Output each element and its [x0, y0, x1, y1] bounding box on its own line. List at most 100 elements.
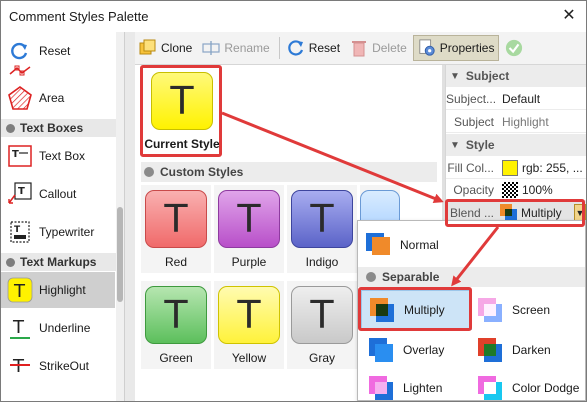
clone-button[interactable]: Clone [135, 35, 196, 61]
tool-area[interactable]: Area [1, 80, 115, 116]
close-icon[interactable]: ✕ [560, 7, 578, 25]
fill-color-text: rgb: 255, ... [522, 160, 583, 175]
chevron-down-icon: ▼ [450, 70, 460, 82]
tool-underline[interactable]: T Underline [1, 310, 115, 346]
menu-item-lighten[interactable]: Lighten [367, 370, 472, 401]
delete-label: Delete [372, 41, 407, 55]
fill-color-row[interactable]: Fill Col... rgb: 255, ... [446, 157, 586, 179]
custom-styles-header[interactable]: Custom Styles [141, 162, 437, 182]
style-section-header[interactable]: ▼ Style [446, 134, 586, 156]
menu-item-screen[interactable]: Screen [476, 292, 584, 328]
style-label: Gray [308, 351, 335, 365]
reset-button[interactable]: Reset [283, 35, 344, 61]
tool-text-box-label: Text Box [39, 149, 86, 163]
fill-color-swatch [502, 159, 518, 176]
tool-strikeout-label: StrikeOut [39, 359, 90, 373]
apply-button[interactable] [501, 35, 531, 61]
style-glyph: T [310, 293, 334, 337]
style-swatch: T [291, 286, 353, 344]
comment-styles-palette-window: Comment Styles Palette ✕ Reset Area Text… [0, 0, 587, 402]
subject-section-label: Subject [465, 69, 510, 83]
tool-reset-label: Reset [39, 44, 71, 58]
style-tile-green[interactable]: T Green [141, 281, 211, 369]
style-glyph: T [237, 197, 261, 241]
menu-item-overlay[interactable]: Overlay [367, 332, 472, 368]
callout-icon: T [7, 181, 33, 207]
style-tile-indigo[interactable]: T Indigo [287, 185, 357, 273]
reset-icon [287, 39, 305, 57]
screen-blend-icon [476, 296, 504, 324]
separable-section-label: Separable [382, 270, 440, 284]
tool-polyline[interactable] [1, 63, 115, 79]
svg-text:T: T [18, 186, 25, 197]
menu-item-darken[interactable]: Darken [476, 332, 584, 368]
style-tile-purple[interactable]: T Purple [214, 185, 284, 273]
delete-button[interactable]: Delete [346, 35, 411, 61]
menu-item-normal[interactable]: Normal [364, 227, 474, 263]
style-swatch: T [145, 286, 207, 344]
style-label: Purple [231, 255, 267, 269]
svg-text:T: T [12, 317, 25, 338]
style-tile-gray[interactable]: T Gray [287, 281, 357, 369]
menu-item-label: Darken [512, 343, 551, 357]
opacity-text: 100% [522, 182, 553, 197]
svg-text:T: T [14, 225, 21, 235]
property-key: Fill Col... [447, 160, 494, 175]
trash-icon [350, 39, 368, 57]
collapse-dot-icon [6, 257, 15, 267]
style-swatch: T [291, 190, 353, 248]
group-text-boxes-label: Text Boxes [20, 121, 84, 135]
style-glyph: T [164, 197, 188, 241]
style-tile-red[interactable]: T Red [141, 185, 211, 273]
property-key: Subject [453, 114, 494, 129]
property-value[interactable]: 100% [498, 181, 586, 198]
tool-strikeout[interactable]: T StrikeOut [1, 348, 115, 384]
overlay-blend-icon [367, 336, 395, 364]
svg-text:T: T [13, 281, 26, 302]
style-tile-yellow[interactable]: T Yellow [214, 281, 284, 369]
style-swatch: T [218, 286, 280, 344]
color-dodge-blend-icon [476, 374, 504, 401]
property-key: Opacity [453, 182, 494, 197]
left-scrollbar-thumb[interactable] [117, 207, 123, 302]
tool-underline-label: Underline [39, 321, 91, 335]
opacity-row[interactable]: Opacity 100% [446, 179, 586, 201]
style-label: Red [164, 255, 187, 269]
group-text-markups[interactable]: Text Markups [1, 253, 117, 271]
group-text-boxes[interactable]: Text Boxes [1, 119, 117, 137]
annotation-box-current-style [140, 65, 222, 157]
area-icon [7, 85, 33, 111]
tool-area-label: Area [39, 91, 65, 105]
property-value[interactable]: Highlight [498, 115, 586, 129]
window-title: Comment Styles Palette [9, 9, 149, 24]
separable-section-header[interactable]: Separable [358, 267, 585, 287]
tool-typewriter[interactable]: T Typewriter [1, 214, 115, 250]
property-row[interactable]: Subject Highlight [446, 111, 586, 133]
property-value[interactable]: rgb: 255, ... [498, 159, 586, 176]
properties-button[interactable]: Properties [412, 35, 500, 61]
properties-gear-icon [418, 39, 436, 57]
property-value[interactable]: Default [498, 92, 586, 106]
annotation-box-multiply [358, 287, 472, 331]
rename-button[interactable]: Rename [198, 35, 273, 61]
tool-text-box[interactable]: T Text Box [1, 138, 115, 174]
style-label: Green [159, 351, 193, 365]
svg-text:T: T [12, 149, 19, 160]
opacity-checker-icon [502, 181, 518, 198]
collapse-dot-icon [366, 272, 376, 282]
menu-item-color-dodge[interactable]: Color Dodge [476, 370, 584, 401]
tool-typewriter-label: Typewriter [39, 225, 95, 239]
style-glyph: T [164, 293, 188, 337]
underline-icon: T [7, 315, 33, 341]
panel-splitter[interactable] [125, 32, 135, 401]
style-glyph: T [310, 197, 334, 241]
checkmark-icon [505, 39, 523, 57]
property-row[interactable]: Subject... Default [446, 88, 586, 110]
tool-highlight[interactable]: T Highlight [1, 272, 115, 308]
style-swatch: T [145, 190, 207, 248]
subject-section-header[interactable]: ▼ Subject [446, 65, 586, 87]
style-label: Indigo [305, 255, 339, 269]
tool-callout[interactable]: T Callout [1, 176, 115, 212]
left-scrollbar[interactable] [116, 32, 124, 401]
toolbar: Clone Rename Reset Delete Properties [135, 32, 586, 65]
